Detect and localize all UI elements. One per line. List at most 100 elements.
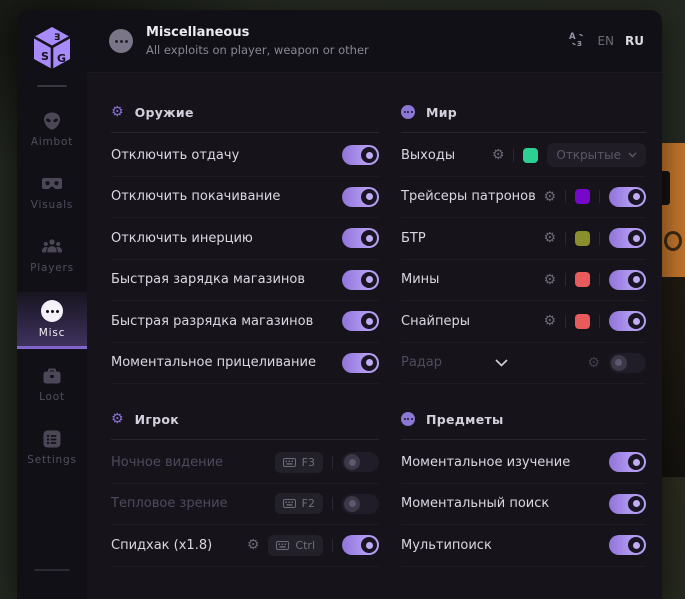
page-subtitle: All exploits on player, weapon or other: [146, 43, 369, 57]
toggle-switch[interactable]: [609, 270, 646, 290]
toggle-switch[interactable]: [342, 535, 379, 555]
toggle-switch[interactable]: [609, 452, 646, 472]
toggle-switch[interactable]: [609, 311, 646, 331]
hotkey-badge[interactable]: Ctrl: [268, 535, 323, 556]
alien-icon: [41, 111, 63, 131]
feature-row: Отключить покачивание: [111, 177, 379, 219]
section-divider: [111, 439, 379, 440]
gear-icon: ⚙: [111, 412, 124, 426]
toggle-switch[interactable]: [342, 228, 379, 248]
section-title: Предметы: [426, 412, 504, 427]
feature-row: Снайперы ⚙: [401, 301, 646, 343]
svg-text:S: S: [41, 50, 49, 63]
sidebar: S G Ǝ Aimbot Visuals Players: [17, 10, 87, 599]
lang-en-button[interactable]: EN: [597, 34, 614, 48]
sidebar-item-label: Loot: [39, 391, 65, 403]
feature-row: Моментальное прицеливание: [111, 343, 379, 385]
keyboard-icon: [283, 499, 296, 508]
feature-row: Радар ⚙: [401, 343, 646, 385]
section-title: Игрок: [135, 412, 180, 427]
keyboard-icon: [283, 458, 296, 467]
sidebar-item-misc[interactable]: Misc: [17, 292, 87, 349]
sidebar-item-settings[interactable]: Settings: [17, 421, 87, 474]
sidebar-divider: [37, 85, 67, 87]
svg-text:Ǝ: Ǝ: [54, 33, 60, 43]
list-icon: [41, 429, 63, 449]
feature-row: Быстрая разрядка магазинов: [111, 301, 379, 343]
gear-icon[interactable]: ⚙: [247, 538, 260, 552]
sidebar-item-label: Misc: [39, 327, 65, 339]
exits-dropdown[interactable]: Открытые: [547, 143, 646, 167]
sidebar-item-visuals[interactable]: Visuals: [17, 166, 87, 219]
feature-row: БТР ⚙: [401, 218, 646, 260]
toggle-switch[interactable]: [609, 187, 646, 207]
feature-row: Отключить отдачу: [111, 135, 379, 177]
sidebar-item-loot[interactable]: Loot: [17, 358, 87, 411]
gear-icon: ⚙: [111, 105, 124, 119]
color-swatch[interactable]: [575, 189, 590, 204]
sidebar-item-players[interactable]: Players: [17, 229, 87, 282]
gear-icon[interactable]: ⚙: [543, 314, 556, 328]
gear-icon[interactable]: ⚙: [543, 273, 556, 287]
section-divider: [401, 132, 646, 133]
items-icon: [401, 412, 415, 426]
feature-row: Ночное видение F3: [111, 442, 379, 484]
svg-text:з: з: [577, 39, 582, 48]
game-background-sign: [662, 143, 685, 277]
section-world: Мир Выходы ⚙ Открытые: [401, 103, 646, 384]
toggle-switch[interactable]: [609, 353, 646, 373]
color-swatch[interactable]: [575, 231, 590, 246]
feature-row: Трейсеры патронов ⚙: [401, 177, 646, 219]
content-area: Miscellaneous All exploits on player, we…: [87, 10, 662, 599]
hotkey-badge[interactable]: F2: [275, 493, 323, 514]
sidebar-item-aimbot[interactable]: Aimbot: [17, 103, 87, 156]
toggle-switch[interactable]: [342, 270, 379, 290]
section-player: ⚙ Игрок Ночное видение F3: [111, 410, 379, 567]
color-swatch[interactable]: [575, 272, 590, 287]
world-icon: [401, 105, 415, 119]
expand-chevron-icon[interactable]: [495, 359, 534, 367]
feature-row: Тепловое зрение F2: [111, 484, 379, 526]
section-divider: [111, 132, 379, 133]
section-divider: [401, 439, 646, 440]
toggle-switch[interactable]: [342, 145, 379, 165]
section-title: Мир: [426, 105, 457, 120]
section-title: Оружие: [135, 105, 194, 120]
toggle-switch[interactable]: [342, 311, 379, 331]
hotkey-badge[interactable]: F3: [275, 452, 323, 473]
gear-icon[interactable]: ⚙: [543, 231, 556, 245]
color-swatch[interactable]: [575, 314, 590, 329]
feature-row: Быстрая зарядка магазинов: [111, 260, 379, 302]
page-title: Miscellaneous: [146, 25, 369, 40]
page-header: Miscellaneous All exploits on player, we…: [87, 10, 662, 73]
toggle-switch[interactable]: [342, 494, 379, 514]
toggle-switch[interactable]: [609, 228, 646, 248]
sidebar-item-label: Players: [30, 262, 74, 274]
translate-icon: Aз: [569, 31, 586, 52]
gear-icon[interactable]: ⚙: [492, 148, 505, 162]
toggle-switch[interactable]: [609, 535, 646, 555]
keyboard-icon: [276, 541, 289, 550]
section-items: Предметы Моментальное изучение Моменталь…: [401, 410, 646, 567]
vr-goggles-icon: [41, 174, 63, 194]
section-weapon: ⚙ Оружие Отключить отдачу Отключить пока…: [111, 103, 379, 384]
feature-row: Моментальный поиск: [401, 484, 646, 526]
main-content: ⚙ Оружие Отключить отдачу Отключить пока…: [87, 73, 662, 599]
color-swatch[interactable]: [523, 148, 538, 163]
feature-row: Спидхак (x1.8) ⚙ Ctrl: [111, 525, 379, 567]
toggle-switch[interactable]: [609, 494, 646, 514]
briefcase-icon: [41, 366, 63, 386]
gear-icon[interactable]: ⚙: [587, 356, 600, 370]
right-column: Мир Выходы ⚙ Открытые: [401, 103, 646, 599]
toggle-switch[interactable]: [342, 452, 379, 472]
gear-icon[interactable]: ⚙: [543, 190, 556, 204]
feature-row: Мины ⚙: [401, 260, 646, 302]
feature-row: Выходы ⚙ Открытые: [401, 135, 646, 177]
toggle-switch[interactable]: [342, 187, 379, 207]
sidebar-bottom-divider: [34, 569, 70, 571]
feature-row: Мультипоиск: [401, 525, 646, 567]
toggle-switch[interactable]: [342, 353, 379, 373]
lang-ru-button[interactable]: RU: [625, 34, 644, 48]
left-column: ⚙ Оружие Отключить отдачу Отключить пока…: [111, 103, 379, 599]
ellipsis-icon: [41, 300, 63, 322]
